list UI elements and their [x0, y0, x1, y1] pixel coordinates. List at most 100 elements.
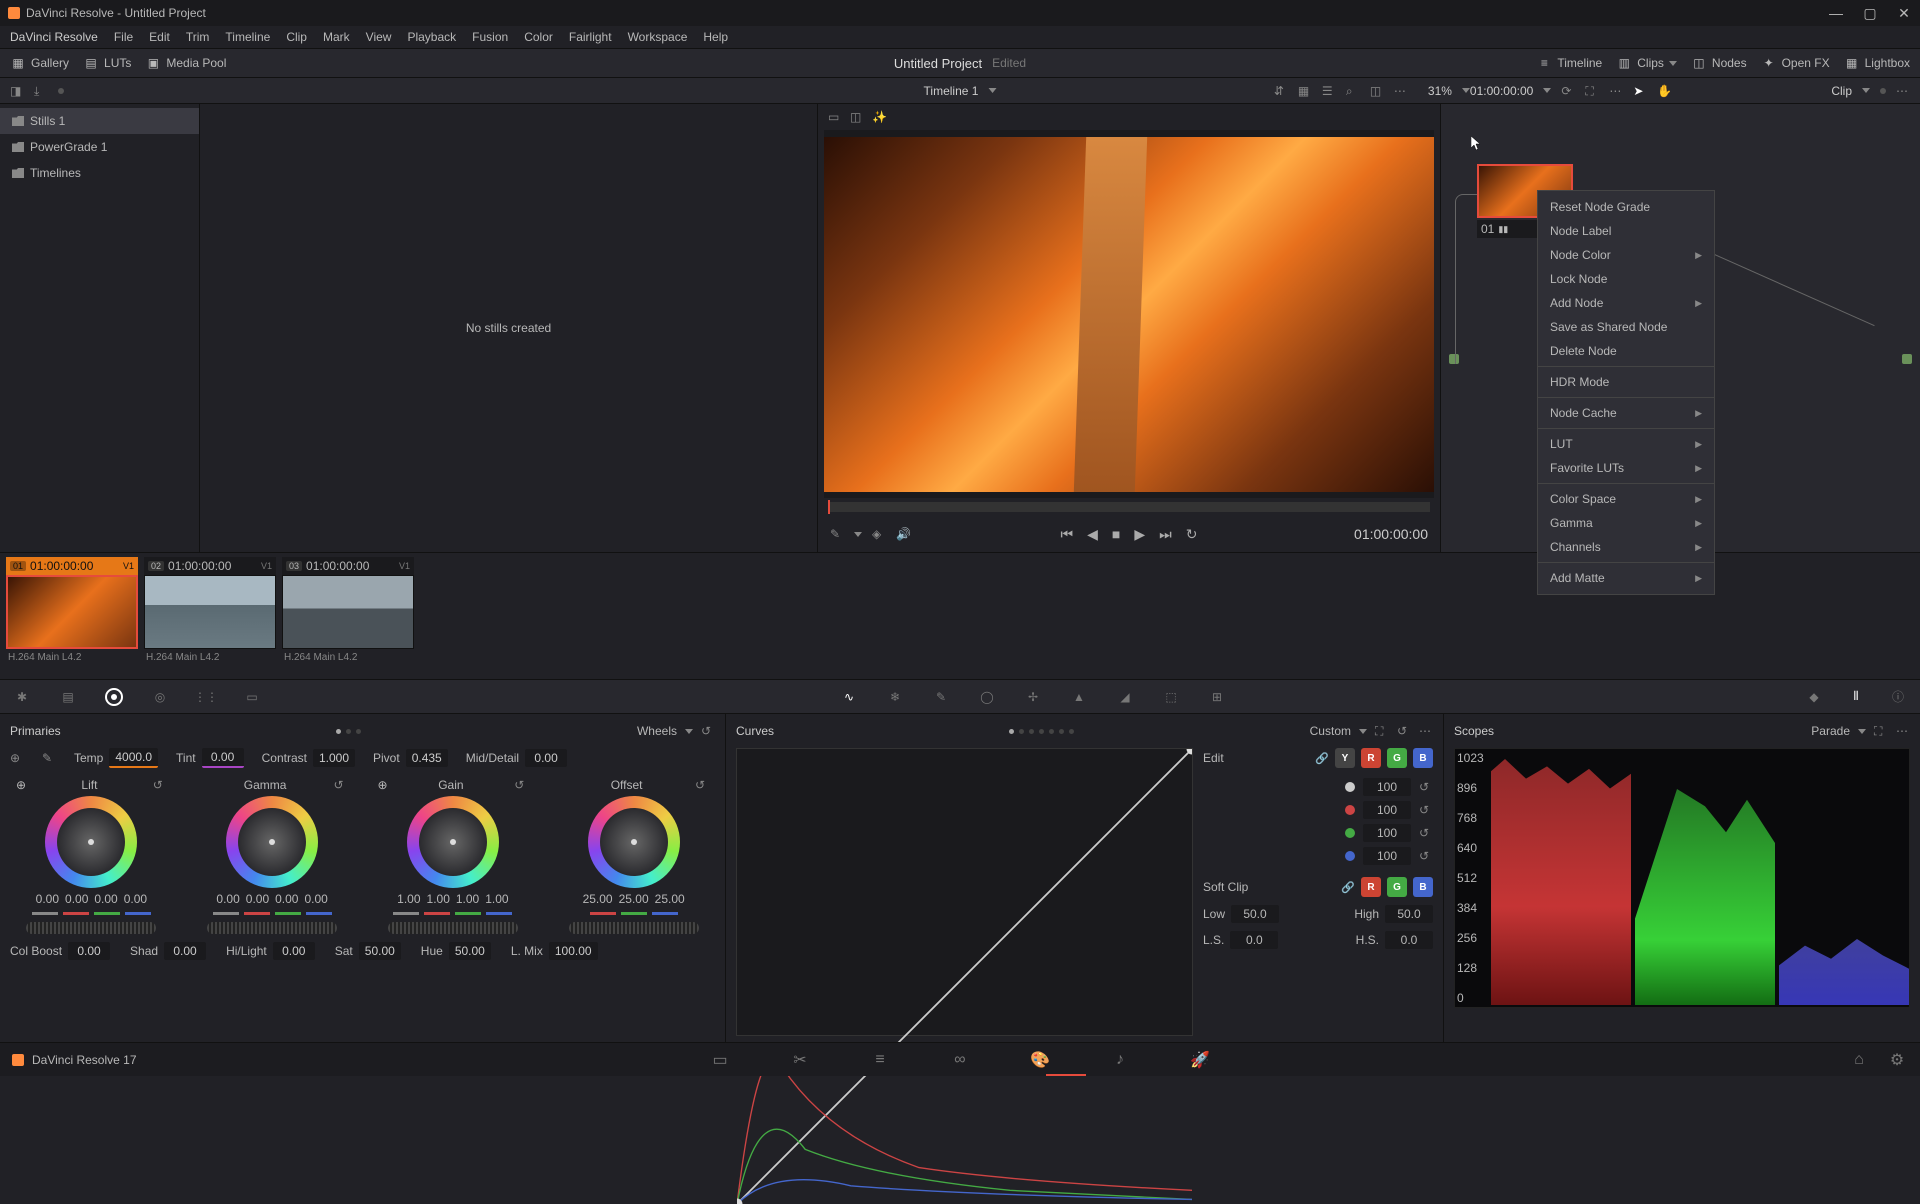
search-icon[interactable]: ⌕ — [1346, 84, 1360, 98]
offset-color-wheel[interactable] — [588, 796, 680, 888]
gallery-toggle[interactable]: ▦ Gallery — [10, 55, 69, 71]
primaries-mode[interactable]: Wheels — [637, 724, 677, 738]
reset-icon[interactable]: ↺ — [701, 724, 715, 738]
clip-thumbnail[interactable] — [6, 575, 138, 649]
menu-trim[interactable]: Trim — [186, 30, 210, 44]
gamma-color-wheel[interactable] — [226, 796, 318, 888]
menu-fairlight[interactable]: Fairlight — [569, 30, 612, 44]
curves-icon[interactable]: ∿ — [839, 687, 859, 707]
lightbox-toggle[interactable]: ▦ Lightbox — [1844, 55, 1910, 71]
nodes-panel[interactable]: 01 ▮▮ Reset Node Grade Node Label Node C… — [1440, 104, 1920, 552]
key-icon[interactable]: ⬚ — [1161, 687, 1181, 707]
clips-toggle[interactable]: ▥ Clips — [1616, 55, 1677, 71]
hilight-value[interactable]: 0.00 — [273, 942, 315, 960]
intensity-g[interactable]: 100 — [1363, 824, 1411, 842]
minimize-button[interactable]: — — [1828, 5, 1844, 21]
chevron-down-icon[interactable] — [685, 729, 693, 734]
ctx-favorite-luts[interactable]: Favorite LUTs▶ — [1538, 456, 1714, 480]
play-button[interactable]: ▶ — [1134, 526, 1145, 543]
link-icon[interactable]: 🔗 — [1315, 752, 1329, 765]
hand-icon[interactable]: ✋ — [1657, 84, 1671, 98]
lmix-value[interactable]: 100.00 — [549, 942, 598, 960]
timeline-toggle[interactable]: ≡ Timeline — [1536, 55, 1602, 71]
fusion-page-icon[interactable]: ∞ — [949, 1049, 971, 1071]
ctx-node-label[interactable]: Node Label — [1538, 219, 1714, 243]
pivot-value[interactable]: 0.435 — [406, 749, 448, 767]
split-view-icon[interactable]: ◫ — [850, 110, 864, 124]
curves-mode[interactable]: Custom — [1310, 724, 1351, 738]
gallery-album-stills[interactable]: Stills 1 — [0, 108, 199, 134]
viewer-canvas[interactable] — [824, 130, 1434, 498]
bypass-icon[interactable]: ⟳ — [1561, 84, 1575, 98]
chevron-down-icon[interactable] — [1858, 729, 1866, 734]
reset-icon[interactable]: ↺ — [1419, 780, 1433, 794]
sort-icon[interactable]: ⇵ — [1274, 84, 1288, 98]
chevron-down-icon[interactable] — [988, 88, 996, 93]
chevron-down-icon[interactable] — [1359, 729, 1367, 734]
rgb-mixer-icon[interactable]: ⋮⋮ — [196, 687, 216, 707]
chevron-down-icon[interactable] — [854, 532, 862, 537]
link-icon[interactable]: 🔗 — [1341, 881, 1355, 894]
reset-icon[interactable]: ↺ — [1419, 826, 1433, 840]
list-view-icon[interactable]: ☰ — [1322, 84, 1336, 98]
ctx-color-space[interactable]: Color Space▶ — [1538, 487, 1714, 511]
softclip-low[interactable]: 50.0 — [1231, 905, 1279, 923]
qualifier-picker-icon[interactable]: ✎ — [830, 527, 844, 541]
softclip-g-button[interactable]: G — [1387, 877, 1407, 897]
mute-icon[interactable]: 🔊 — [896, 527, 910, 541]
clip-03[interactable]: 03 01:00:00:00 V1 H.264 Main L4.2 — [282, 557, 414, 666]
magic-mask-icon[interactable]: ▲ — [1069, 687, 1089, 707]
color-page-icon[interactable]: 🎨 — [1029, 1049, 1051, 1071]
intensity-r[interactable]: 100 — [1363, 801, 1411, 819]
softclip-b-button[interactable]: B — [1413, 877, 1433, 897]
close-button[interactable]: ✕ — [1896, 5, 1912, 21]
hue-value[interactable]: 50.00 — [449, 942, 491, 960]
scopes-icon[interactable]: ⫴ — [1846, 687, 1866, 707]
softclip-hs[interactable]: 0.0 — [1385, 931, 1433, 949]
chevron-down-icon[interactable] — [1543, 88, 1551, 93]
loop-button[interactable]: ↻ — [1186, 526, 1198, 543]
camera-raw-icon[interactable]: ✱ — [12, 687, 32, 707]
lift-color-wheel[interactable] — [45, 796, 137, 888]
more-icon[interactable]: ⋯ — [1609, 84, 1623, 98]
color-warper-icon[interactable]: ❄ — [885, 687, 905, 707]
auto-balance-icon[interactable]: ⊕ — [10, 751, 24, 765]
prev-clip-button[interactable]: ⏮ — [1061, 526, 1074, 543]
intensity-b[interactable]: 100 — [1363, 847, 1411, 865]
reset-icon[interactable]: ↺ — [1419, 803, 1433, 817]
clip-02[interactable]: 02 01:00:00:00 V1 H.264 Main L4.2 — [144, 557, 276, 666]
maximize-button[interactable]: ▢ — [1862, 5, 1878, 21]
colboost-value[interactable]: 0.00 — [68, 942, 110, 960]
ctx-add-node[interactable]: Add Node▶ — [1538, 291, 1714, 315]
page-dots[interactable] — [1009, 729, 1074, 734]
expand-icon[interactable]: ⛶ — [1874, 724, 1888, 738]
clip-01[interactable]: 01 01:00:00:00 V1 H.264 Main L4.2 — [6, 557, 138, 666]
highlight-icon[interactable]: ✨ — [872, 110, 886, 124]
picker-icon[interactable]: ✎ — [42, 751, 56, 765]
ctx-node-color[interactable]: Node Color▶ — [1538, 243, 1714, 267]
wp-picker-icon[interactable]: ⊕ — [378, 778, 388, 792]
motion-effects-icon[interactable]: ▭ — [242, 687, 262, 707]
channel-b-button[interactable]: B — [1413, 748, 1433, 768]
menu-help[interactable]: Help — [703, 30, 728, 44]
fairlight-page-icon[interactable]: ♪ — [1109, 1049, 1131, 1071]
edit-page-icon[interactable]: ≡ — [869, 1049, 891, 1071]
ctx-lut[interactable]: LUT▶ — [1538, 432, 1714, 456]
more-icon[interactable]: ⋯ — [1419, 724, 1433, 738]
windows-icon[interactable]: ◯ — [977, 687, 997, 707]
node-graph-output[interactable] — [1902, 354, 1912, 364]
media-pool-toggle[interactable]: ▣ Media Pool — [145, 55, 226, 71]
more-icon[interactable]: ⋯ — [1394, 84, 1408, 98]
media-page-icon[interactable]: ▭ — [709, 1049, 731, 1071]
gain-jog[interactable] — [388, 922, 518, 934]
more-icon[interactable]: ⋯ — [1896, 84, 1910, 98]
qualifier-icon[interactable]: ✎ — [931, 687, 951, 707]
timeline-name[interactable]: Timeline 1 — [924, 84, 979, 98]
reset-icon[interactable]: ↺ — [514, 778, 528, 792]
ctx-add-matte[interactable]: Add Matte▶ — [1538, 566, 1714, 590]
info-icon[interactable]: ⓘ — [1888, 687, 1908, 707]
color-wheels-icon[interactable] — [104, 687, 124, 707]
sidebar-toggle-icon[interactable]: ◨ — [10, 84, 24, 98]
offset-jog[interactable] — [569, 922, 699, 934]
pointer-icon[interactable]: ➤ — [1633, 84, 1647, 98]
